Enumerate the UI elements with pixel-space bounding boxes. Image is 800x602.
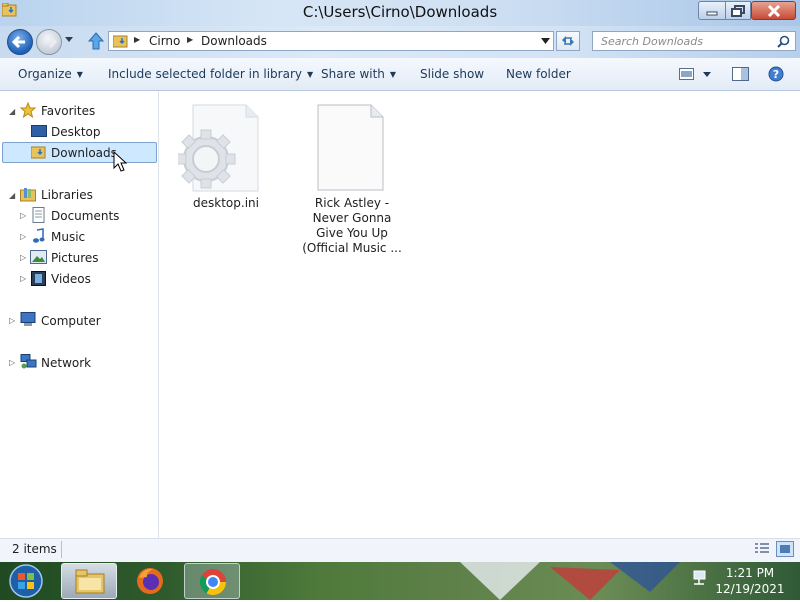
nav-favorites[interactable]: Favorites [41, 104, 95, 118]
explorer-icon [75, 569, 105, 594]
window-title: C:\Users\Cirno\Downloads [302, 3, 498, 21]
details-view-icon[interactable] [754, 542, 770, 556]
computer-icon [20, 312, 36, 326]
search-box[interactable] [592, 31, 796, 51]
view-options-dropdown-icon[interactable] [703, 72, 711, 77]
clock-time[interactable]: 1:21 PM [710, 566, 790, 580]
videos-icon [31, 271, 46, 286]
taskbar [0, 562, 800, 600]
up-arrow-icon[interactable] [86, 31, 106, 51]
breadcrumb-separator-icon[interactable]: ▶ [134, 35, 140, 44]
pictures-icon [30, 250, 47, 264]
network-tray-icon[interactable] [691, 570, 707, 588]
file-name-line: Never Gonna [312, 211, 392, 225]
chevron-down-icon: ▼ [306, 70, 314, 79]
forward-arrow-icon [44, 35, 58, 49]
chevron-down-icon: ▼ [389, 70, 397, 79]
minimize-icon [706, 11, 718, 15]
breadcrumb-downloads[interactable]: Downloads [201, 34, 267, 48]
include-library-label: Include selected folder in library [108, 67, 302, 81]
back-arrow-icon [11, 35, 25, 49]
start-orb-icon [9, 564, 43, 598]
expand-arrow-icon[interactable]: ▷ [20, 274, 26, 283]
help-icon[interactable]: ? [768, 66, 784, 82]
documents-icon [32, 207, 45, 223]
recent-pages-dropdown[interactable] [64, 36, 74, 44]
item-count: 2 items [12, 542, 57, 556]
status-divider [61, 541, 62, 558]
star-icon [20, 102, 36, 118]
forward-button[interactable] [36, 29, 62, 55]
search-icon[interactable] [777, 35, 790, 48]
breadcrumb-cirno[interactable]: Cirno [149, 34, 180, 48]
svg-text:?: ? [773, 68, 779, 81]
share-with-label: Share with [321, 67, 385, 81]
search-input[interactable] [601, 33, 771, 49]
close-button[interactable] [751, 1, 796, 20]
file-item[interactable]: desktop.ini [178, 103, 274, 213]
nav-desktop[interactable]: Desktop [51, 125, 101, 139]
clock-date[interactable]: 12/19/2021 [710, 582, 790, 596]
expand-arrow-icon[interactable]: ▷ [20, 232, 26, 241]
file-item[interactable]: Rick Astley - Never Gonna Give You Up (O… [300, 103, 404, 258]
nav-computer[interactable]: Computer [41, 314, 101, 328]
taskbar-explorer-button[interactable] [61, 563, 117, 599]
libraries-icon [20, 188, 36, 202]
large-icons-view-icon[interactable] [776, 541, 794, 557]
address-dropdown-icon[interactable] [541, 38, 550, 44]
include-in-library-button[interactable]: Include selected folder in library ▼ [108, 67, 313, 81]
file-name-line: (Official Music ... [302, 241, 402, 255]
settings-file-icon [178, 104, 259, 192]
firefox-icon [137, 568, 163, 594]
collapse-arrow-icon[interactable]: ◢ [9, 191, 15, 200]
start-button[interactable] [4, 563, 48, 599]
nav-downloads[interactable]: Downloads [51, 146, 117, 160]
restore-icon [731, 4, 745, 17]
expand-arrow-icon[interactable]: ▷ [20, 253, 26, 262]
restore-button[interactable] [725, 1, 751, 20]
taskbar-chrome-button[interactable] [184, 563, 240, 599]
address-bar[interactable]: ▶ Cirno ▶ Downloads [108, 31, 554, 51]
file-name-label: Rick Astley - Never Gonna Give You Up (O… [300, 196, 404, 256]
organize-label: Organize [18, 67, 72, 81]
chevron-down-icon: ▼ [76, 70, 83, 79]
back-button[interactable] [7, 29, 33, 55]
share-with-button[interactable]: Share with ▼ [321, 67, 396, 81]
file-name-line: Rick Astley - [314, 196, 390, 210]
network-icon [20, 354, 37, 369]
refresh-icon [562, 36, 574, 46]
slide-show-button[interactable]: Slide show [420, 67, 484, 81]
folder-download-icon [31, 146, 46, 159]
expand-arrow-icon[interactable]: ▷ [9, 358, 15, 367]
preview-pane-icon[interactable] [732, 67, 749, 81]
collapse-arrow-icon[interactable]: ◢ [9, 107, 15, 116]
blank-file-icon [317, 104, 384, 191]
expand-arrow-icon[interactable]: ▷ [9, 316, 15, 325]
file-name-line: Give You Up [316, 226, 388, 240]
file-name-label: desktop.ini [193, 196, 259, 210]
nav-libraries[interactable]: Libraries [41, 188, 93, 202]
nav-network[interactable]: Network [41, 356, 91, 370]
status-bar [0, 538, 800, 562]
desktop-icon [31, 125, 47, 137]
chrome-icon [199, 569, 227, 596]
taskbar-firefox-button[interactable] [126, 563, 176, 599]
music-icon [33, 228, 45, 243]
breadcrumb-separator-icon[interactable]: ▶ [187, 35, 193, 44]
change-view-icon[interactable] [679, 68, 694, 80]
new-folder-button[interactable]: New folder [506, 67, 571, 81]
refresh-button[interactable] [556, 31, 580, 51]
nav-documents[interactable]: Documents [51, 209, 119, 223]
nav-videos[interactable]: Videos [51, 272, 91, 286]
nav-music[interactable]: Music [51, 230, 85, 244]
expand-arrow-icon[interactable]: ▷ [20, 211, 26, 220]
mouse-cursor-icon [113, 151, 128, 172]
folder-download-icon [113, 35, 128, 48]
close-icon [767, 4, 780, 17]
nav-pictures[interactable]: Pictures [51, 251, 99, 265]
minimize-button[interactable] [698, 1, 725, 20]
organize-button[interactable]: Organize ▼ [18, 67, 83, 81]
